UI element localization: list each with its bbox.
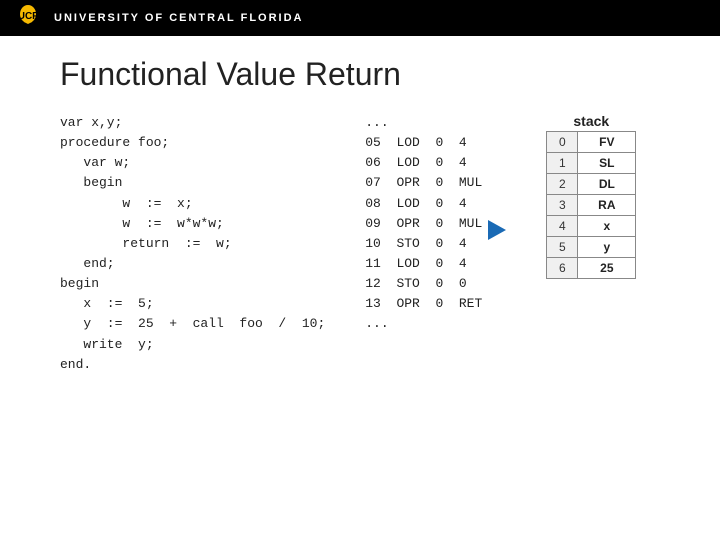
stack-index-cell: 4 — [547, 216, 578, 237]
stack-index-cell: 0 — [547, 132, 578, 153]
ucf-logo-icon: UCF — [12, 4, 44, 32]
table-row: 2DL — [547, 174, 636, 195]
stack-index-cell: 5 — [547, 237, 578, 258]
university-name: UNIVERSITY OF CENTRAL FLORIDA — [54, 12, 304, 24]
stack-index-cell: 3 — [547, 195, 578, 216]
header-bar: UCF UNIVERSITY OF CENTRAL FLORIDA — [0, 0, 720, 36]
bytecode-block: ... 05 LOD 0 4 06 LOD 0 4 07 OPR 0 MUL 0… — [365, 113, 482, 335]
stack-index-cell: 2 — [547, 174, 578, 195]
table-row: 4x — [547, 216, 636, 237]
svg-text:UCF: UCF — [18, 11, 39, 22]
table-row: 625 — [547, 258, 636, 279]
content-area: var x,y; procedure foo; var w; begin w :… — [60, 113, 680, 375]
arrow-container — [488, 220, 506, 240]
stack-value-cell: x — [578, 216, 636, 237]
stack-value-cell: SL — [578, 153, 636, 174]
table-row: 5y — [547, 237, 636, 258]
stack-table: 0FV1SL2DL3RA4x5y625 — [546, 131, 636, 279]
arrow-right-icon — [488, 220, 506, 240]
stack-value-cell: 25 — [578, 258, 636, 279]
stack-value-cell: DL — [578, 174, 636, 195]
table-row: 3RA — [547, 195, 636, 216]
stack-value-cell: y — [578, 237, 636, 258]
page-title: Functional Value Return — [60, 56, 680, 93]
stack-value-cell: FV — [578, 132, 636, 153]
instructions-area: ... 05 LOD 0 4 06 LOD 0 4 07 OPR 0 MUL 0… — [365, 113, 506, 335]
code-block: var x,y; procedure foo; var w; begin w :… — [60, 113, 325, 375]
stack-area: stack 0FV1SL2DL3RA4x5y625 — [546, 113, 636, 279]
stack-index-cell: 1 — [547, 153, 578, 174]
stack-value-cell: RA — [578, 195, 636, 216]
table-row: 0FV — [547, 132, 636, 153]
stack-title: stack — [546, 113, 636, 129]
table-row: 1SL — [547, 153, 636, 174]
main-content: Functional Value Return var x,y; procedu… — [0, 36, 720, 395]
stack-index-cell: 6 — [547, 258, 578, 279]
